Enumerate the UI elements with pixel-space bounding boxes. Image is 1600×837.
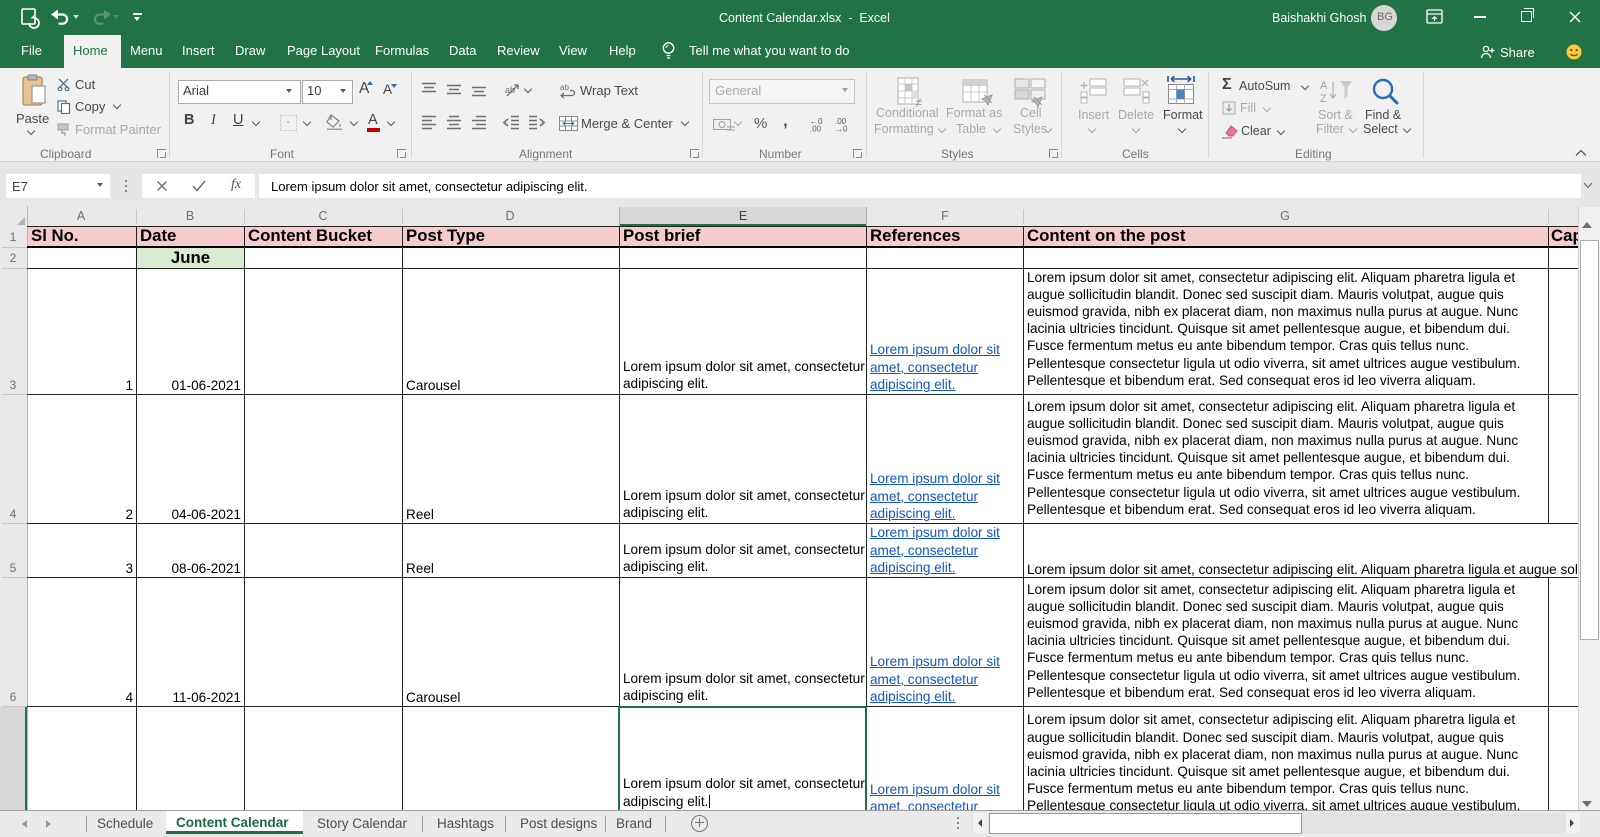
svg-text:.00: .00 xyxy=(810,125,822,133)
svg-text:A: A xyxy=(1320,80,1328,92)
svg-text:→0: →0 xyxy=(835,125,848,133)
svg-text:ab: ab xyxy=(560,83,569,92)
svg-text:ab: ab xyxy=(505,85,515,95)
svg-text:Z: Z xyxy=(1320,93,1327,104)
